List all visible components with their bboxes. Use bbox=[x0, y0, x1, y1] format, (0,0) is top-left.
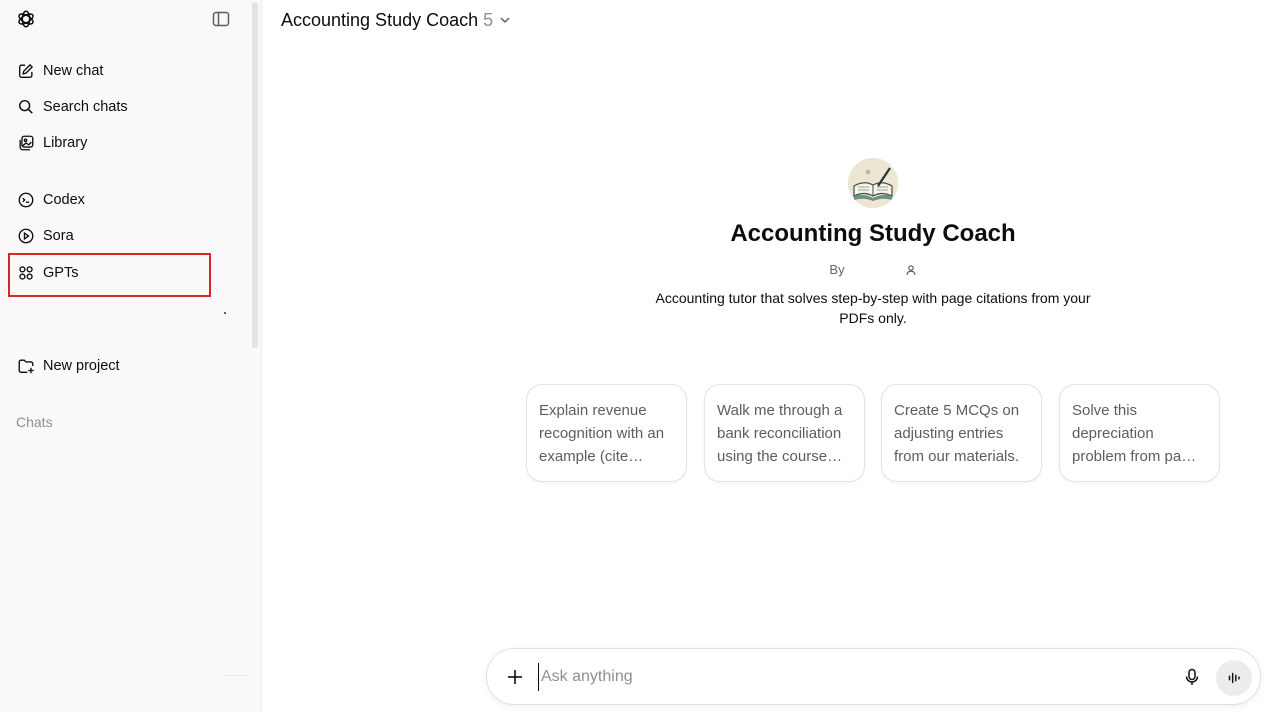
new-chat-icon bbox=[17, 62, 35, 80]
sidebar-item-label: Sora bbox=[43, 228, 74, 244]
folder-plus-icon bbox=[17, 357, 35, 375]
suggestion-card[interactable]: Solve this depreciation problem from pa… bbox=[1059, 384, 1220, 482]
chats-section-label: Chats bbox=[16, 414, 53, 430]
sidebar-item-library[interactable]: Library bbox=[8, 126, 240, 160]
gpt-avatar bbox=[848, 158, 898, 208]
suggestion-card[interactable]: Create 5 MCQs on adjusting entries from … bbox=[881, 384, 1042, 482]
sidebar-toggle-icon[interactable] bbox=[211, 9, 231, 29]
microphone-icon bbox=[1185, 668, 1199, 685]
sidebar-item-label: Codex bbox=[43, 192, 85, 208]
sidebar: New chat Search chats Library Codex Sora… bbox=[0, 0, 262, 712]
voice-mode-button[interactable] bbox=[1216, 660, 1252, 696]
plus-icon bbox=[508, 670, 522, 684]
sidebar-item-search-chats[interactable]: Search chats bbox=[8, 90, 240, 124]
divider-dot bbox=[224, 312, 226, 314]
library-icon bbox=[17, 134, 35, 152]
sidebar-item-sora[interactable]: Sora bbox=[8, 219, 240, 253]
sidebar-item-label: New project bbox=[43, 358, 120, 374]
gpts-highlight-box bbox=[8, 253, 211, 297]
gpt-description: Accounting tutor that solves step-by-ste… bbox=[655, 290, 1091, 326]
suggestion-card[interactable]: Explain revenue recognition with an exam… bbox=[526, 384, 687, 482]
sidebar-item-label: Library bbox=[43, 135, 88, 151]
sidebar-item-new-chat[interactable]: New chat bbox=[8, 54, 240, 88]
waveform-icon bbox=[1228, 672, 1240, 684]
sidebar-item-new-project[interactable]: New project bbox=[8, 349, 240, 383]
add-attachment-button[interactable] bbox=[503, 665, 527, 689]
prompt-input[interactable] bbox=[538, 663, 1138, 691]
byline-label: By bbox=[829, 262, 845, 277]
model-version: 5 bbox=[483, 9, 494, 30]
dictate-button[interactable] bbox=[1181, 666, 1203, 688]
sidebar-scrollbar[interactable] bbox=[252, 2, 258, 348]
sidebar-item-label: New chat bbox=[43, 63, 104, 79]
composer bbox=[486, 648, 1261, 705]
gpt-byline: By bbox=[773, 262, 973, 277]
chevron-down-icon bbox=[500, 17, 510, 24]
sidebar-footer-divider bbox=[222, 675, 248, 676]
model-selector[interactable]: Accounting Study Coach 5 bbox=[281, 8, 512, 32]
sidebar-item-label: Search chats bbox=[43, 99, 128, 115]
play-icon bbox=[17, 227, 35, 245]
search-icon bbox=[17, 98, 35, 116]
sidebar-item-codex[interactable]: Codex bbox=[8, 183, 240, 217]
gpt-name: Accounting Study Coach bbox=[730, 220, 1016, 247]
openai-logo-icon[interactable] bbox=[15, 8, 37, 30]
user-icon bbox=[906, 264, 916, 275]
page-title: Accounting Study Coach bbox=[281, 9, 479, 30]
codex-icon bbox=[17, 191, 35, 209]
suggestion-card[interactable]: Walk me through a bank reconciliation us… bbox=[704, 384, 865, 482]
